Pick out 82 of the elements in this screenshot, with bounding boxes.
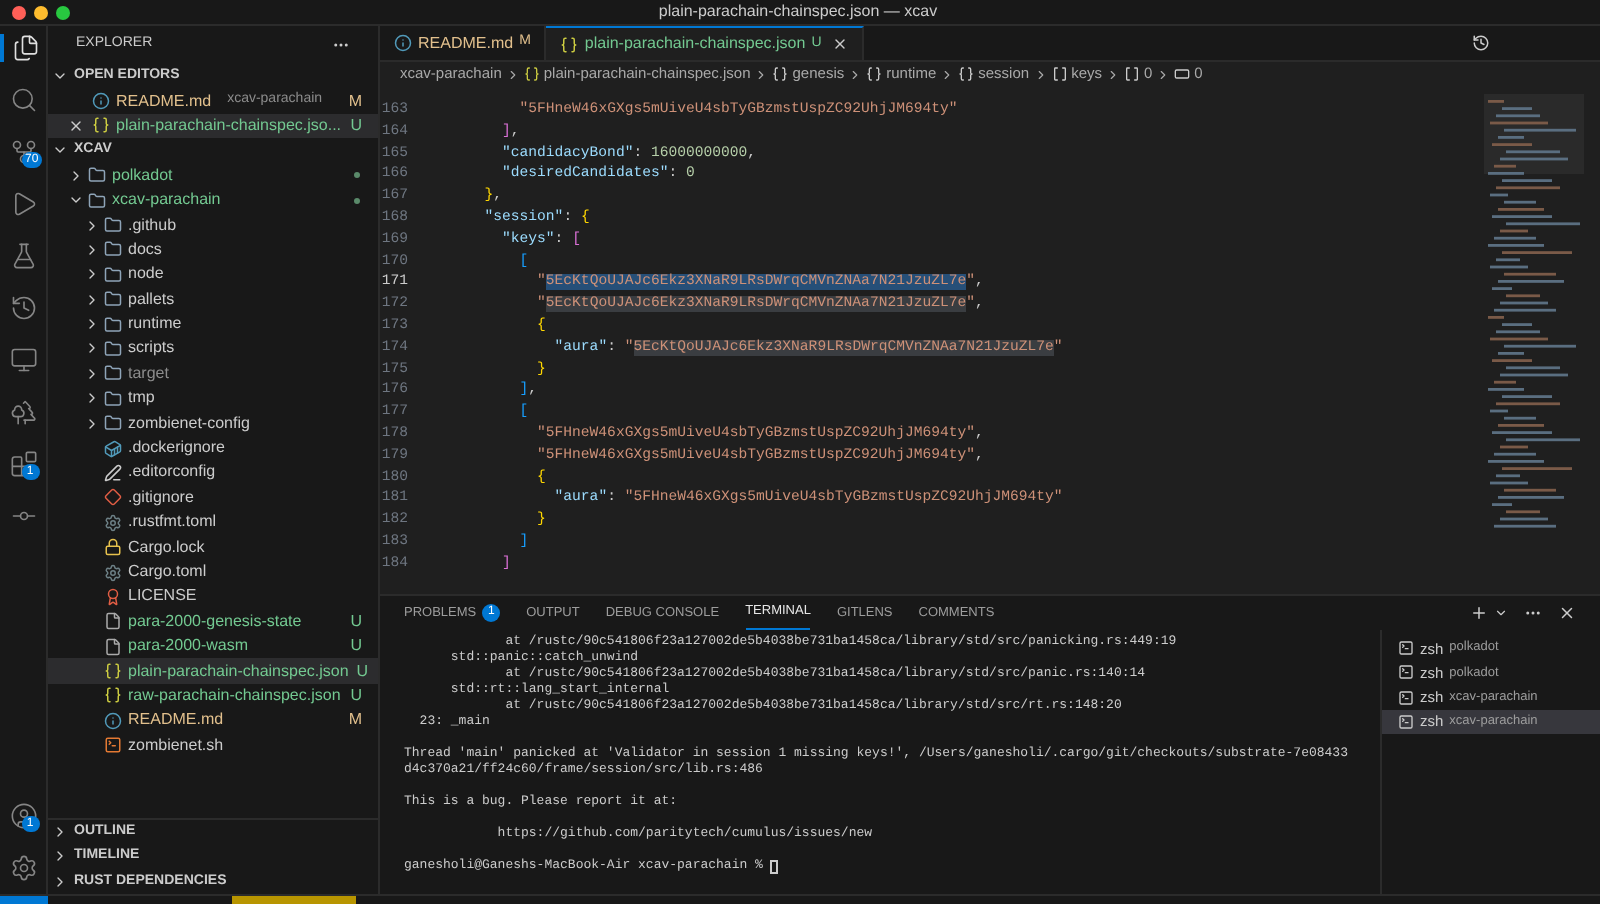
close-icon[interactable] — [68, 117, 84, 134]
git-status: U — [356, 659, 369, 684]
folder-row[interactable]: node — [48, 262, 378, 288]
file-name: LICENSE — [128, 584, 199, 609]
file-name: tmp — [128, 386, 157, 411]
history-icon[interactable] — [1472, 34, 1490, 52]
chevron-right-icon — [754, 67, 769, 81]
close-window-button[interactable] — [12, 5, 26, 19]
chevron-right-icon — [505, 67, 520, 81]
file-row[interactable]: raw-parachain-chainspec.json U — [48, 683, 378, 709]
folder-row[interactable]: pallets — [48, 287, 378, 312]
file-name: node — [128, 262, 166, 287]
file-name: polkadot — [112, 163, 175, 188]
file-name: .rustfmt.toml — [128, 510, 219, 535]
terminal-icon — [1398, 689, 1414, 706]
file-name: Cargo.lock — [128, 535, 207, 560]
file-name: pallets — [128, 287, 177, 312]
file-row[interactable]: README.md M — [48, 708, 378, 734]
git-status: U — [350, 683, 362, 708]
file-row[interactable]: .gitignore — [48, 485, 378, 511]
file-row[interactable]: LICENSE — [48, 584, 378, 610]
terminal-icon — [1398, 714, 1414, 731]
git-status: M — [348, 89, 362, 114]
file-name: runtime — [128, 312, 184, 337]
file-name: zombienet.sh — [128, 733, 226, 758]
window-title: plain-parachain-chainspec.json — xcav — [658, 0, 938, 24]
file-name: plain-parachain-chainspec.json — [128, 659, 349, 684]
folder-row[interactable]: tmp — [48, 386, 378, 411]
folder-row[interactable]: polkadot — [48, 163, 378, 188]
file-name: scripts — [128, 336, 177, 361]
terminal-icon — [1398, 640, 1414, 657]
file-name: .gitignore — [128, 485, 196, 510]
file-row[interactable]: .dockerignore — [48, 435, 378, 461]
tab-label: plain-parachain-chainspec.json — [584, 32, 806, 56]
git-status: M — [348, 708, 362, 733]
file-row[interactable]: para-2000-wasm U — [48, 633, 378, 659]
file-row[interactable]: .editorconfig — [48, 460, 378, 486]
chevron-right-icon — [1156, 67, 1171, 81]
close-icon[interactable] — [1558, 604, 1576, 622]
git-status: U — [350, 634, 362, 659]
close-icon[interactable] — [831, 36, 848, 52]
folder-row[interactable]: zombienet-config — [48, 410, 378, 436]
file-name: target — [128, 361, 171, 386]
file-name: docs — [128, 237, 164, 262]
zoom-window-button[interactable] — [56, 5, 70, 19]
file-name: para-2000-genesis-state — [128, 609, 304, 634]
file-name: .editorconfig — [128, 460, 218, 485]
file-name: .dockerignore — [128, 436, 227, 461]
file-name: Cargo.toml — [128, 560, 209, 584]
file-row[interactable]: plain-parachain-chainspec.json U — [48, 658, 378, 684]
add-icon[interactable] — [1470, 604, 1488, 622]
file-row[interactable]: Cargo.lock — [48, 534, 378, 560]
chevron-right-icon — [848, 67, 863, 81]
folder-row[interactable]: target — [48, 361, 378, 387]
chevron-right-icon — [1106, 67, 1120, 81]
cursor — [770, 859, 779, 873]
file-name: zombienet-config — [128, 411, 252, 436]
terminal-icon — [1398, 664, 1414, 681]
file-name: .github — [128, 213, 179, 238]
file-name: plain-parachain-chainspec.jso... — [116, 113, 342, 138]
folder-row[interactable]: xcav-parachain — [48, 187, 378, 213]
chevron-right-icon — [940, 67, 955, 81]
file-name: raw-parachain-chainspec.json — [128, 683, 343, 708]
file-row[interactable]: para-2000-genesis-state U — [48, 609, 378, 634]
folder-row[interactable]: runtime — [48, 311, 378, 337]
file-row[interactable]: .rustfmt.toml — [48, 510, 378, 535]
git-status: U — [350, 113, 362, 138]
folder-row[interactable]: scripts — [48, 336, 378, 362]
file-name: README.md — [116, 89, 212, 114]
chevron-right-icon — [1033, 67, 1048, 81]
git-status: U — [350, 609, 362, 634]
folder-row[interactable]: .github — [48, 212, 378, 238]
file-name: README.md — [128, 708, 226, 733]
tab-label: README.md — [418, 31, 514, 55]
chevron-down-icon[interactable] — [1494, 606, 1508, 620]
minimize-window-button[interactable] — [34, 5, 48, 19]
file-row[interactable]: Cargo.toml — [48, 559, 378, 585]
open-editor-row[interactable]: plain-parachain-chainspec.jso... U — [48, 113, 378, 139]
file-row[interactable]: zombienet.sh — [48, 733, 378, 758]
file-name: para-2000-wasm — [128, 634, 251, 659]
file-name: xcav-parachain — [112, 188, 223, 213]
folder-row[interactable]: docs — [48, 237, 378, 263]
